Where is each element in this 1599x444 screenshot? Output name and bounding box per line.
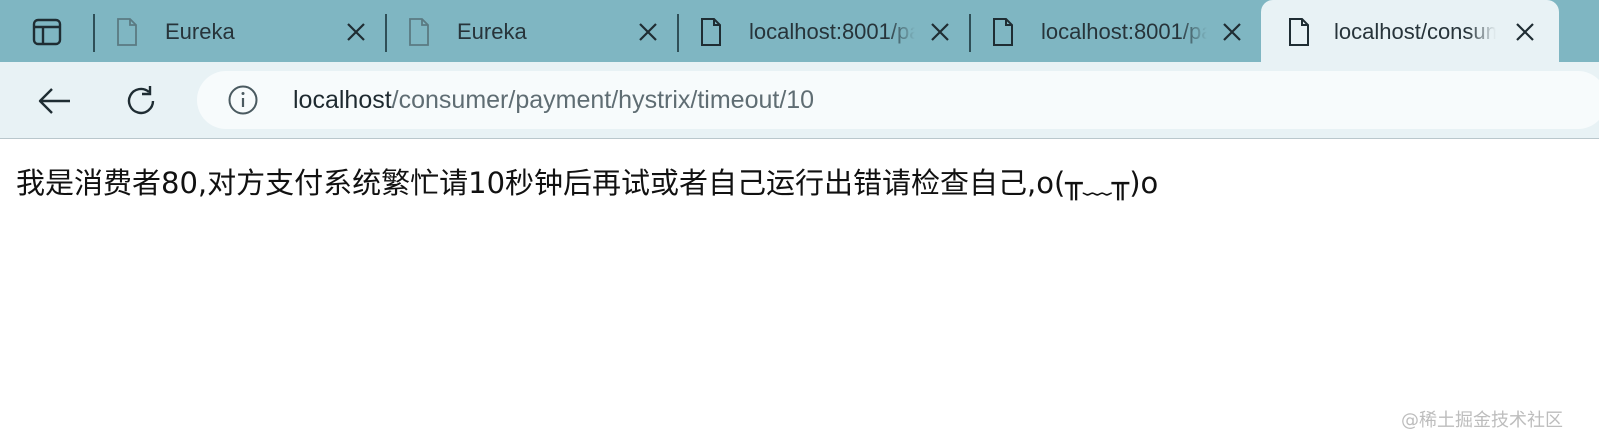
address-bar[interactable]: localhost/consumer/payment/hystrix/timeo… — [197, 71, 1599, 129]
tab-title: Eureka — [457, 18, 627, 46]
reload-icon[interactable] — [121, 81, 161, 121]
tab-title: localhost/consumer — [1334, 18, 1496, 46]
tab-actions-icon[interactable] — [30, 16, 64, 48]
url-text[interactable]: localhost/consumer/payment/hystrix/timeo… — [293, 85, 814, 115]
url-path: /consumer/payment/hystrix/timeout/10 — [391, 86, 815, 114]
close-icon[interactable] — [1221, 21, 1243, 43]
tab-eureka-1[interactable]: Eureka — [95, 0, 385, 62]
info-icon[interactable] — [227, 84, 259, 116]
document-icon — [1289, 18, 1309, 46]
document-icon — [409, 18, 429, 46]
close-icon[interactable] — [345, 21, 367, 43]
tab-localhost-8001-a[interactable]: localhost:8001/payment — [679, 0, 969, 62]
toolbar: localhost/consumer/payment/hystrix/timeo… — [0, 62, 1599, 139]
tab-localhost-8001-b[interactable]: localhost:8001/payment — [971, 0, 1261, 62]
document-icon — [701, 18, 721, 46]
watermark: @稀土掘金技术社区 — [1401, 410, 1563, 431]
tab-eureka-2[interactable]: Eureka — [387, 0, 677, 62]
tab-localhost-consumer[interactable]: localhost/consumer — [1261, 0, 1559, 62]
close-icon[interactable] — [1514, 21, 1536, 43]
close-icon[interactable] — [637, 21, 659, 43]
close-icon[interactable] — [929, 21, 951, 43]
url-host: localhost — [293, 86, 392, 114]
tab-title: localhost:8001/payment — [749, 18, 915, 46]
back-arrow-icon[interactable] — [34, 81, 74, 121]
document-icon — [993, 18, 1013, 46]
tab-strip: Eureka Eureka localhost:8001/payment loc… — [0, 0, 1599, 62]
page-message: 我是消费者80,对方支付系统繁忙请10秒钟后再试或者自己运行出错请检查自己,o(… — [16, 166, 1159, 200]
tab-title: localhost:8001/payment — [1041, 18, 1207, 46]
document-icon — [117, 18, 137, 46]
tab-title: Eureka — [165, 18, 335, 46]
